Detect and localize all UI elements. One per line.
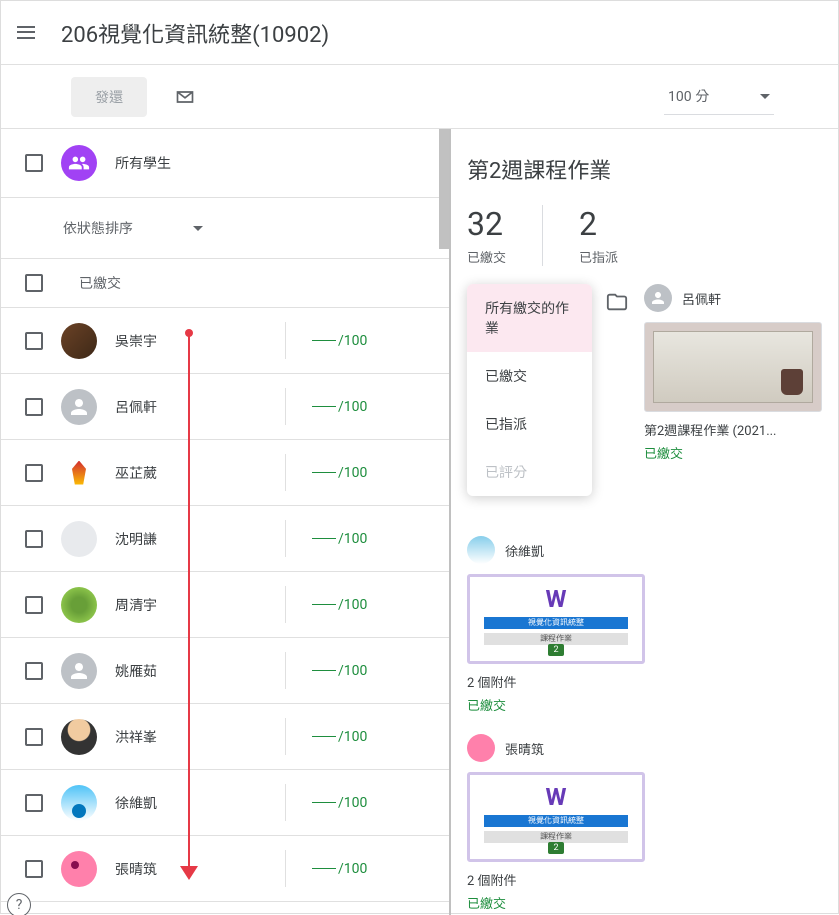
submission-caption: 2 個附件 <box>467 870 645 889</box>
status-group-label: 已繳交 <box>79 273 121 293</box>
student-row[interactable]: 張晴筑/100 <box>1 836 449 902</box>
chevron-down-icon <box>193 226 203 231</box>
sort-label: 依狀態排序 <box>63 218 133 238</box>
student-avatar <box>61 521 97 557</box>
chevron-down-icon <box>760 94 770 99</box>
score-input[interactable]: /100 <box>285 454 449 491</box>
student-avatar <box>61 653 97 689</box>
all-students-row[interactable]: 所有學生 <box>1 129 449 198</box>
student-name: 徐維凱 <box>115 793 285 813</box>
score-input[interactable]: /100 <box>285 784 449 821</box>
stats-row: 32 已繳交 2 已指派 <box>467 205 822 266</box>
student-list-panel: 所有學生 依狀態排序 已繳交 吳崇宇/100呂佩軒/100巫芷葳/100沈明謙/… <box>1 129 451 915</box>
score-input[interactable]: /100 <box>285 850 449 887</box>
submission-student-name: 張晴筑 <box>505 739 544 758</box>
student-row[interactable]: 吳崇宇/100 <box>1 308 449 374</box>
student-name: 呂佩軒 <box>115 397 285 417</box>
submission-caption: 第2週課程作業 (2021... <box>644 420 822 439</box>
student-avatar <box>61 323 97 359</box>
student-row[interactable]: 姚雁茹/100 <box>1 638 449 704</box>
app-header: 206視覺化資訊統整(10902) <box>1 1 838 65</box>
submission-status: 已繳交 <box>467 893 645 912</box>
submission-card[interactable]: 張晴筑 W視覺化資訊統整課程作業2 2 個附件 已繳交 <box>467 734 645 912</box>
action-bar: 發還 100 分 <box>1 65 838 129</box>
submission-thumbnail[interactable] <box>644 322 822 412</box>
student-avatar <box>61 719 97 755</box>
student-row[interactable]: 呂佩軒/100 <box>1 374 449 440</box>
status-opt-assigned[interactable]: 已指派 <box>467 400 592 448</box>
submission-student-name: 呂佩軒 <box>682 289 721 308</box>
score-input[interactable]: /100 <box>285 652 449 689</box>
student-name: 張晴筑 <box>115 859 285 879</box>
status-opt-all[interactable]: 所有繳交的作業 <box>467 284 592 352</box>
student-checkbox[interactable] <box>25 860 43 878</box>
submission-caption: 2 個附件 <box>467 672 645 691</box>
people-icon <box>61 145 97 181</box>
assignment-detail-panel: 第2週課程作業 32 已繳交 2 已指派 已繳交 所有繳交的作業 已繳交 已指派… <box>451 129 838 915</box>
student-checkbox[interactable] <box>25 398 43 416</box>
scrollbar[interactable] <box>439 129 449 249</box>
student-name: 沈明謙 <box>115 529 285 549</box>
points-label: 100 分 <box>668 86 709 106</box>
student-row[interactable]: 洪祥峯/100 <box>1 704 449 770</box>
student-avatar <box>467 536 495 564</box>
email-icon[interactable] <box>167 79 203 115</box>
all-students-label: 所有學生 <box>115 153 171 173</box>
submission-student-name: 徐維凱 <box>505 541 544 560</box>
submissions-grid: 徐維凱 W視覺化資訊統整課程作業2 2 個附件 已繳交 張晴筑 W視覺化資訊統整… <box>467 536 822 915</box>
submission-card[interactable]: 呂佩軒 第2週課程作業 (2021... 已繳交 <box>644 284 822 462</box>
folder-icon[interactable] <box>604 284 630 320</box>
student-checkbox[interactable] <box>25 794 43 812</box>
student-avatar <box>61 389 97 425</box>
student-row[interactable]: 沈明謙/100 <box>1 506 449 572</box>
submission-thumbnail[interactable]: W視覺化資訊統整課程作業2 <box>467 772 645 862</box>
student-checkbox[interactable] <box>25 530 43 548</box>
stat-assigned[interactable]: 2 已指派 <box>579 205 618 266</box>
status-opt-graded: 已評分 <box>467 448 592 496</box>
student-avatar <box>467 734 495 762</box>
student-avatar <box>644 284 672 312</box>
help-icon[interactable]: ? <box>7 893 31 915</box>
submission-thumbnail[interactable]: W視覺化資訊統整課程作業2 <box>467 574 645 664</box>
select-group-checkbox[interactable] <box>25 274 43 292</box>
student-name: 洪祥峯 <box>115 727 285 747</box>
score-input[interactable]: /100 <box>285 322 449 359</box>
student-checkbox[interactable] <box>25 662 43 680</box>
submission-card[interactable]: 徐維凱 W視覺化資訊統整課程作業2 2 個附件 已繳交 <box>467 536 645 714</box>
app-title: 206視覺化資訊統整(10902) <box>61 17 329 49</box>
stat-turned-in[interactable]: 32 已繳交 <box>467 205 506 266</box>
student-list: 吳崇宇/100呂佩軒/100巫芷葳/100沈明謙/100周清宇/100姚雁茹/1… <box>1 308 449 902</box>
student-row[interactable]: 巫芷葳/100 <box>1 440 449 506</box>
status-opt-turnedin[interactable]: 已繳交 <box>467 352 592 400</box>
student-avatar <box>61 455 97 491</box>
student-checkbox[interactable] <box>25 596 43 614</box>
student-avatar <box>61 785 97 821</box>
student-avatar <box>61 851 97 887</box>
student-name: 吳崇宇 <box>115 331 285 351</box>
student-checkbox[interactable] <box>25 728 43 746</box>
student-row[interactable]: 徐維凱/100 <box>1 770 449 836</box>
score-input[interactable]: /100 <box>285 520 449 557</box>
student-name: 周清宇 <box>115 595 285 615</box>
score-input[interactable]: /100 <box>285 388 449 425</box>
submission-status: 已繳交 <box>467 695 645 714</box>
menu-icon[interactable] <box>17 21 41 45</box>
student-avatar <box>61 587 97 623</box>
status-group-header: 已繳交 <box>1 259 449 308</box>
student-row[interactable]: 周清宇/100 <box>1 572 449 638</box>
submission-status: 已繳交 <box>644 443 822 462</box>
return-button[interactable]: 發還 <box>71 77 147 117</box>
student-name: 巫芷葳 <box>115 463 285 483</box>
status-filter-dropdown[interactable]: 所有繳交的作業 已繳交 已指派 已評分 <box>467 284 592 496</box>
student-name: 姚雁茹 <box>115 661 285 681</box>
points-select[interactable]: 100 分 <box>664 78 774 115</box>
student-checkbox[interactable] <box>25 332 43 350</box>
score-input[interactable]: /100 <box>285 718 449 755</box>
assignment-title: 第2週課程作業 <box>467 153 822 185</box>
sort-select[interactable]: 依狀態排序 <box>1 198 449 259</box>
student-checkbox[interactable] <box>25 464 43 482</box>
select-all-checkbox[interactable] <box>25 154 43 172</box>
score-input[interactable]: /100 <box>285 586 449 623</box>
